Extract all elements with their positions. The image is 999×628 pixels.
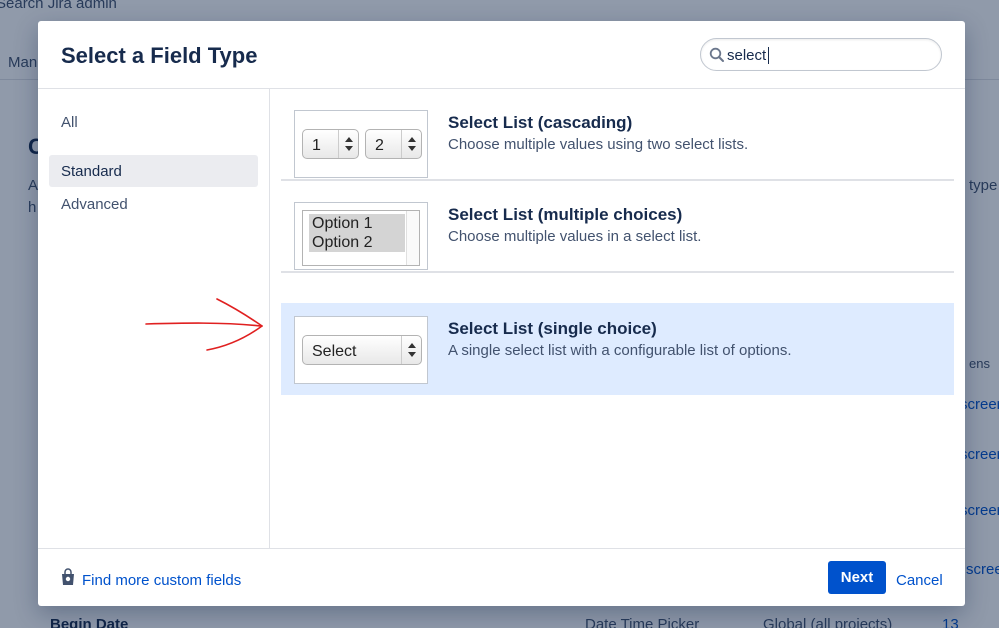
cancel-button[interactable]: Cancel xyxy=(896,572,943,589)
preview-multi-select: Option 1 Option 2 xyxy=(302,210,420,266)
preview-select-value: Select xyxy=(312,343,357,360)
dialog-title: Select a Field Type xyxy=(61,43,258,68)
preview-select-1: 1 xyxy=(302,129,359,159)
updown-arrows-icon xyxy=(401,336,421,364)
cascading-preview: 1 2 xyxy=(294,110,428,178)
field-search-box[interactable] xyxy=(700,38,942,71)
preview-option: Option 2 xyxy=(309,233,405,252)
field-type-select-list-multiple[interactable]: Option 1 Option 2 Select List (multiple … xyxy=(281,181,954,273)
preview-select-value: 2 xyxy=(375,137,384,154)
find-more-custom-fields-link[interactable]: Find more custom fields xyxy=(82,572,241,589)
field-search-input[interactable] xyxy=(727,45,927,65)
updown-arrows-icon xyxy=(401,130,421,158)
field-type-title: Select List (cascading) xyxy=(448,113,633,132)
field-type-description: Choose multiple values using two select … xyxy=(448,136,749,153)
text-cursor xyxy=(768,47,769,64)
field-type-title: Select List (multiple choices) xyxy=(448,205,683,224)
field-type-description: Choose multiple values in a select list. xyxy=(448,228,702,245)
sidebar-item-all[interactable]: All xyxy=(49,106,258,138)
preview-option: Option 1 xyxy=(309,214,405,233)
field-type-description: A single select list with a configurable… xyxy=(448,342,792,359)
next-button[interactable]: Next xyxy=(828,561,886,594)
field-type-list: 1 2 Select List (cascading) Choose multi… xyxy=(271,89,965,548)
search-icon xyxy=(709,47,724,62)
field-type-select-list-single[interactable]: Select Select List (single choice) A sin… xyxy=(281,303,954,395)
updown-arrows-icon xyxy=(338,130,358,158)
dialog-footer: Find more custom fields Next Cancel xyxy=(38,548,965,606)
sidebar-item-standard[interactable]: Standard xyxy=(49,155,258,187)
red-arrow-annotation-icon xyxy=(145,298,263,351)
preview-select-value: 1 xyxy=(312,137,321,154)
sidebar-item-advanced[interactable]: Advanced xyxy=(49,188,258,220)
dialog-header: Select a Field Type xyxy=(38,21,965,89)
field-type-select-list-cascading[interactable]: 1 2 Select List (cascading) Choose multi… xyxy=(281,89,954,181)
preview-select-2: 2 xyxy=(365,129,422,159)
field-type-title: Select List (single choice) xyxy=(448,319,657,338)
preview-single-select: Select xyxy=(302,335,422,365)
multiple-preview: Option 1 Option 2 xyxy=(294,202,428,270)
marketplace-bag-icon xyxy=(62,568,74,585)
single-preview: Select xyxy=(294,316,428,384)
preview-scrollbar xyxy=(406,211,419,265)
